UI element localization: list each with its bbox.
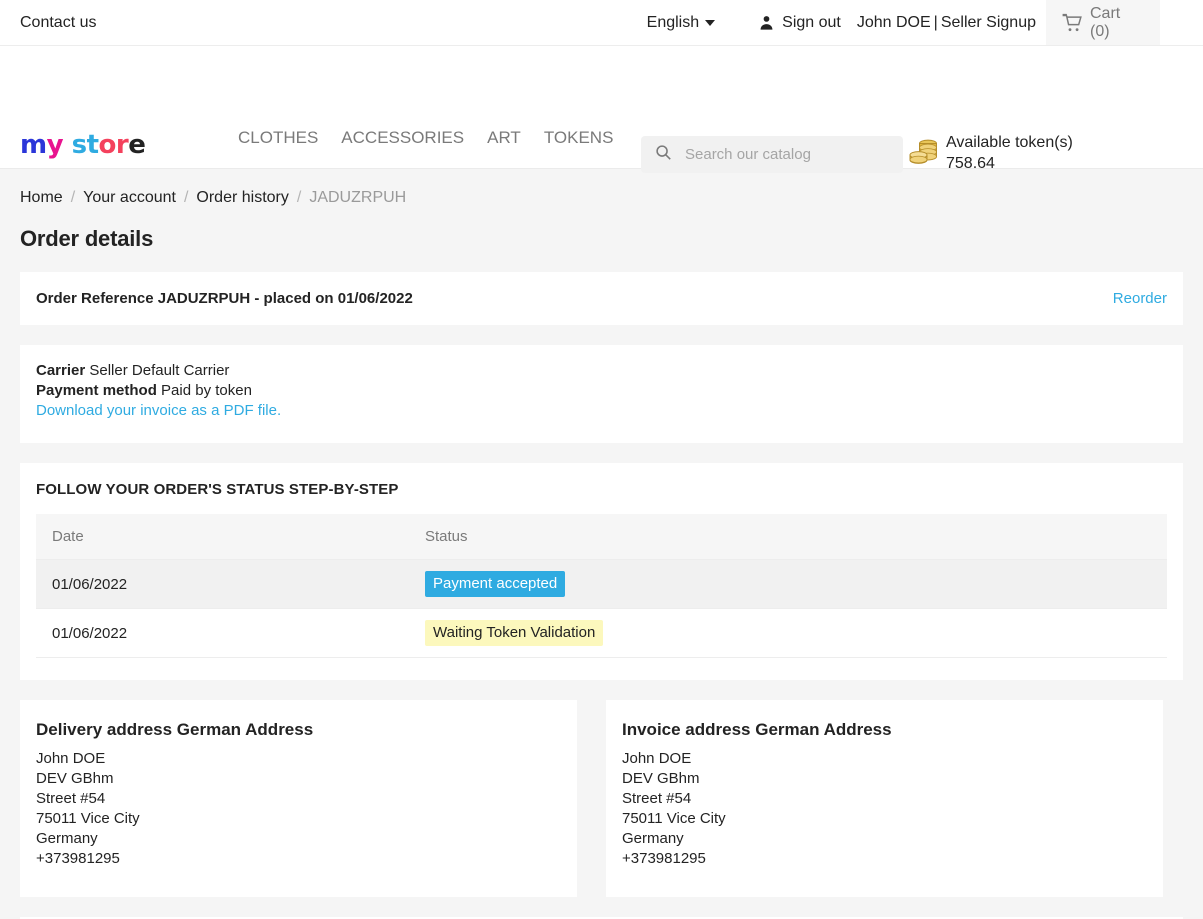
address-line: +373981295 xyxy=(36,850,120,867)
order-status-table-body: 01/06/2022 Payment accepted 01/06/2022 W… xyxy=(36,559,1167,658)
available-tokens-block[interactable]: Available token(s) 758.64 xyxy=(908,132,1073,174)
address-line: Street #54 xyxy=(622,790,692,807)
payment-method-label: Payment method xyxy=(36,382,157,399)
download-invoice-link[interactable]: Download your invoice as a PDF file. xyxy=(36,402,281,419)
search-input[interactable] xyxy=(683,145,878,164)
top-nav-left: Contact us xyxy=(0,0,647,45)
available-tokens-label: Available token(s) xyxy=(946,134,1073,151)
logo-part-5: r xyxy=(115,130,129,160)
status-cell: Payment accepted xyxy=(409,559,1167,609)
order-status-table-head: Date Status xyxy=(36,514,1167,560)
logo-part-1: m xyxy=(20,130,47,160)
contact-us-link[interactable]: Contact us xyxy=(20,14,96,32)
order-reference-text: Order Reference JADUZRPUH - placed on 01… xyxy=(36,290,413,307)
menu-item-accessories[interactable]: ACCESSORIES xyxy=(341,118,464,158)
column-header-status: Status xyxy=(409,514,1167,560)
person-icon xyxy=(757,13,776,32)
delivery-address-card: Delivery address German Address John DOE… xyxy=(20,700,577,897)
language-selector-label: English xyxy=(646,13,700,31)
order-status-card: FOLLOW YOUR ORDER'S STATUS STEP-BY-STEP … xyxy=(20,463,1183,680)
user-name-link[interactable]: John DOE xyxy=(857,14,931,32)
top-nav-spacer xyxy=(1160,0,1203,45)
carrier-value: Seller Default Carrier xyxy=(89,362,230,379)
breadcrumb-current: JADUZRPUH xyxy=(309,189,407,206)
site-header: my store CLOTHES ACCESSORIES ART TOKENS Ava… xyxy=(0,46,1203,173)
top-nav-right: English Sign out John DOE | Seller Signu… xyxy=(647,0,1203,45)
language-selector[interactable]: English xyxy=(647,0,729,45)
breadcrumb-item-order-history[interactable]: Order history xyxy=(196,189,288,206)
logo-part-3: st xyxy=(71,130,99,160)
menu-item-clothes[interactable]: CLOTHES xyxy=(238,118,318,158)
address-line: DEV GBhm xyxy=(622,770,700,787)
status-date: 01/06/2022 xyxy=(36,608,409,658)
breadcrumb-separator-2: / xyxy=(183,189,189,206)
reorder-link[interactable]: Reorder xyxy=(1113,290,1167,307)
seller-signup-link[interactable]: Seller Signup xyxy=(941,14,1036,32)
address-line: 75011 Vice City xyxy=(622,810,726,827)
delivery-address-title: Delivery address German Address xyxy=(36,720,314,739)
search-icon xyxy=(655,144,672,166)
address-line: 75011 Vice City xyxy=(36,810,140,827)
invoice-row: Download your invoice as a PDF file. xyxy=(36,401,1167,421)
coin-stack-icon xyxy=(908,138,940,173)
cart-icon xyxy=(1062,13,1083,33)
account-block: Sign out John DOE | Seller Signup xyxy=(729,0,1046,45)
payment-method-value: Paid by token xyxy=(161,382,252,399)
addresses-row: Delivery address German Address John DOE… xyxy=(20,700,1183,897)
address-line: John DOE xyxy=(36,750,106,767)
column-header-date: Date xyxy=(36,514,409,560)
breadcrumb-separator-3: / xyxy=(296,189,302,206)
menu-item-tokens[interactable]: TOKENS xyxy=(544,118,614,158)
order-status-table: Date Status 01/06/2022 Payment accepted … xyxy=(36,514,1167,658)
token-text: Available token(s) 758.64 xyxy=(946,132,1073,174)
logo-part-4: o xyxy=(98,130,117,160)
table-row: 01/06/2022 Payment accepted xyxy=(36,559,1167,609)
main-menu: CLOTHES ACCESSORIES ART TOKENS xyxy=(238,118,658,158)
menu-item-art[interactable]: ART xyxy=(487,118,521,158)
order-reference-card: Order Reference JADUZRPUH - placed on 01… xyxy=(20,272,1183,325)
page-title: Order details xyxy=(20,226,154,251)
top-navigation-bar: Contact us English Sign out John DOE | S… xyxy=(0,0,1203,46)
address-line: Germany xyxy=(622,830,684,847)
store-logo[interactable]: my store xyxy=(20,130,146,160)
carrier-row: Carrier Seller Default Carrier xyxy=(36,361,1167,381)
address-line: John DOE xyxy=(622,750,692,767)
account-separator: | xyxy=(933,13,938,31)
invoice-address-card: Invoice address German Address John DOE … xyxy=(606,700,1163,897)
table-row: 01/06/2022 Waiting Token Validation xyxy=(36,608,1167,658)
available-tokens-amount: 758.64 xyxy=(946,155,995,172)
breadcrumb: Home / Your account / Order history / JADUZRPU… xyxy=(20,169,1183,207)
status-date: 01/06/2022 xyxy=(36,559,409,609)
status-cell: Waiting Token Validation xyxy=(409,608,1167,658)
cart-button[interactable]: Cart (0) xyxy=(1046,0,1160,45)
table-header-row: Date Status xyxy=(36,514,1167,560)
address-line: Street #54 xyxy=(36,790,106,807)
order-info-card: Carrier Seller Default Carrier Payment m… xyxy=(20,345,1183,443)
order-status-title: FOLLOW YOUR ORDER'S STATUS STEP-BY-STEP xyxy=(36,481,399,498)
address-line: Germany xyxy=(36,830,98,847)
payment-method-row: Payment method Paid by token xyxy=(36,381,1167,401)
status-badge: Waiting Token Validation xyxy=(425,620,604,646)
breadcrumb-separator-1: / xyxy=(70,189,76,206)
page-container: Home / Your account / Order history / JADUZRPU… xyxy=(0,169,1203,919)
breadcrumb-item-home[interactable]: Home xyxy=(20,189,63,206)
search-box[interactable] xyxy=(641,136,903,173)
breadcrumb-item-your-account[interactable]: Your account xyxy=(83,189,176,206)
address-line: +373981295 xyxy=(622,850,706,867)
carrier-label: Carrier xyxy=(36,362,86,379)
invoice-address-title: Invoice address German Address xyxy=(622,720,892,739)
logo-part-6: e xyxy=(128,130,146,160)
status-badge: Payment accepted xyxy=(425,571,566,597)
cart-label: Cart (0) xyxy=(1090,4,1121,40)
address-line: DEV GBhm xyxy=(36,770,114,787)
logo-part-2: y xyxy=(46,130,64,160)
chevron-down-icon xyxy=(705,19,716,26)
sign-out-link[interactable]: Sign out xyxy=(782,14,841,32)
